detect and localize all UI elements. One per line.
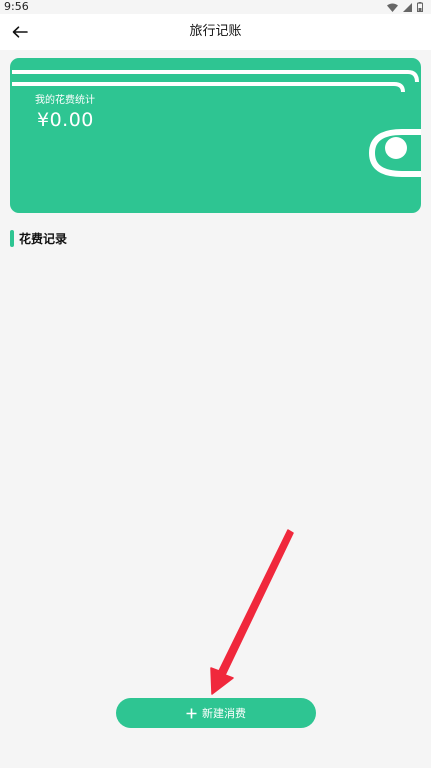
app-bar: 旅行记账 xyxy=(0,14,431,50)
section-header: 花费记录 xyxy=(10,229,67,247)
total-amount: ¥0.00 xyxy=(37,109,94,131)
back-button[interactable] xyxy=(6,18,34,46)
signal-icon xyxy=(403,2,412,12)
new-expense-label: 新建消费 xyxy=(202,707,246,720)
status-time: 9:56 xyxy=(4,0,29,13)
section-title: 花费记录 xyxy=(19,231,68,246)
section-accent-bar xyxy=(10,229,14,247)
new-expense-button[interactable]: 新建消费 xyxy=(116,698,316,728)
status-icons xyxy=(387,2,423,12)
wallet-graphic xyxy=(10,58,421,213)
status-bar: 9:56 xyxy=(0,0,431,14)
plus-icon xyxy=(186,708,197,718)
wifi-icon xyxy=(387,3,398,12)
battery-icon xyxy=(417,2,423,12)
spending-summary-card: 我的花费统计 ¥0.00 xyxy=(10,58,421,213)
page-title: 旅行记账 xyxy=(189,24,242,39)
wallet-label: 我的花费统计 xyxy=(35,95,95,106)
back-arrow-icon xyxy=(12,26,28,38)
